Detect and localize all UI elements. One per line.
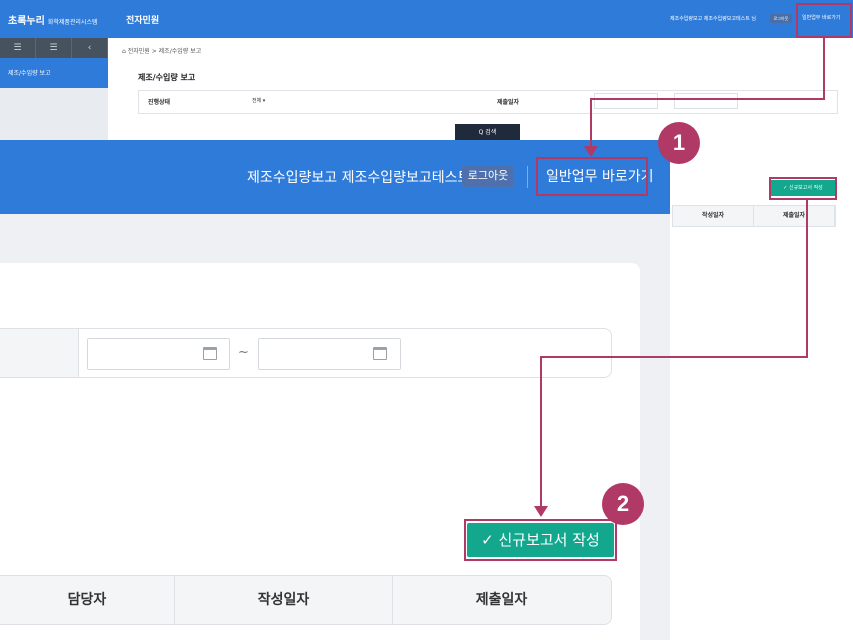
connector-line [540, 356, 542, 508]
bg-app-title: 전자민원 [126, 16, 160, 26]
menu-icon[interactable]: ☰ [0, 38, 36, 58]
connector-line [823, 38, 825, 100]
divider [527, 166, 528, 188]
highlight-goto-zoom [536, 157, 648, 196]
step-badge-1: 1 [658, 122, 700, 164]
connector-line [540, 356, 808, 358]
filter-status-label: 진행상태 [148, 99, 171, 106]
col-submitted-date: 제출일자 [475, 592, 528, 608]
calendar-icon[interactable] [203, 347, 217, 360]
bg-list-area [672, 227, 853, 430]
collapse-icon[interactable]: ‹ [72, 38, 108, 58]
arrow-icon [534, 506, 548, 517]
zoom-logout-button[interactable]: 로그아웃 [462, 165, 514, 187]
zoom-table-header: 담당자 작성일자 제출일자 [0, 575, 612, 625]
bg-sidebar-tools: ☰ ☰ ‹ [0, 38, 108, 58]
zoom-user-greeting: 제조수입량보고 제조수입량보고테스트 님 [247, 170, 488, 186]
highlight-goto-small [796, 3, 852, 38]
filter-status-select[interactable]: 전체 ▾ [248, 95, 298, 107]
sidebar-item-report[interactable]: 제조/수입량 보고 [0, 58, 108, 88]
bg-col-submitted: 제출일자 [754, 206, 835, 226]
bg-date-end[interactable] [674, 93, 738, 109]
bg-table-header: 작성일자 제출일자 [672, 205, 836, 227]
bg-logout-button[interactable]: 로그아웃 [770, 14, 792, 23]
step-badge-2: 2 [602, 483, 644, 525]
zoom-filter-label-cell [0, 329, 79, 377]
breadcrumb: ⌂ 전자민원 > 제조/수입량 보고 [122, 48, 202, 55]
bg-user-greeting: 제조수입량보고 제조수입량보고테스트 님 [670, 16, 756, 22]
filter-date-label: 제출일자 [497, 99, 520, 106]
connector-line [590, 98, 592, 146]
highlight-new-report-zoom [464, 519, 617, 561]
menu-alt-icon[interactable]: ☰ [36, 38, 72, 58]
col-manager: 담당자 [0, 576, 175, 624]
col-created-date: 작성일자 [175, 576, 393, 624]
arrow-icon [584, 146, 598, 157]
bg-date-start[interactable] [594, 93, 658, 109]
bg-logo[interactable]: 초록누리 화학제품관리시스템 [8, 12, 98, 27]
calendar-icon[interactable] [373, 347, 387, 360]
connector-line [590, 98, 825, 100]
connector-line [806, 200, 808, 358]
page-title: 제조/수입량 보고 [138, 73, 196, 82]
home-icon[interactable]: ⌂ [122, 48, 126, 55]
highlight-new-report-small [769, 177, 837, 200]
bg-col-created: 작성일자 [673, 206, 754, 226]
date-range-separator: ~ [238, 345, 249, 360]
